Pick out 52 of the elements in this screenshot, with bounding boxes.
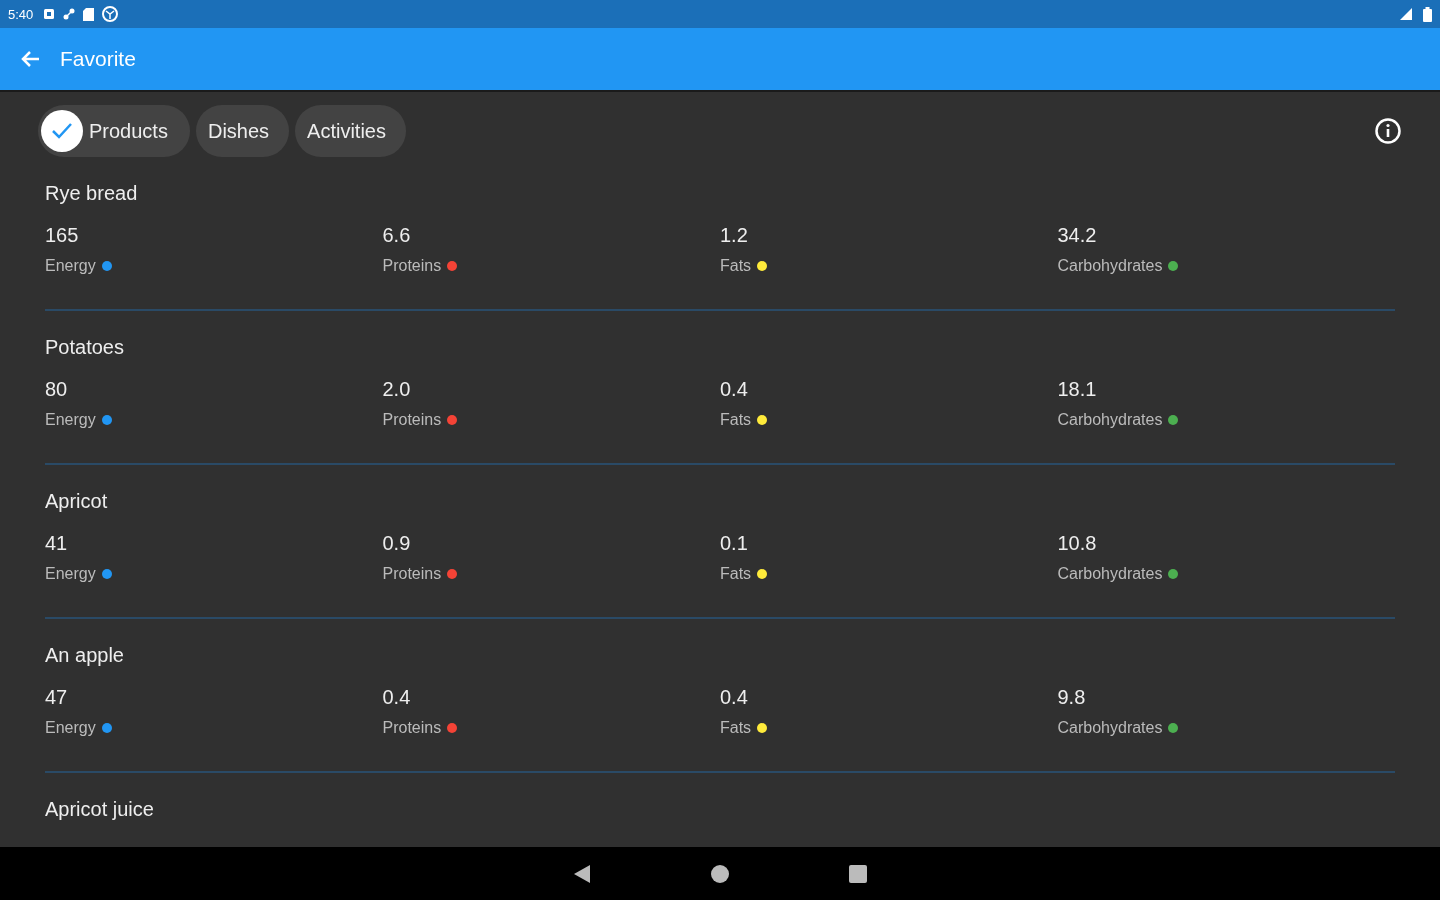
nutrient-value: 47 <box>45 686 69 709</box>
nutrient-value: 34.2 <box>1057 224 1098 247</box>
nutrient-label: Proteins <box>382 719 442 737</box>
nutrient-label: Carbohydrates <box>1057 257 1163 275</box>
notification-icon <box>43 8 56 20</box>
sd-card-icon <box>83 7 95 21</box>
nutrient-label: Proteins <box>382 411 442 429</box>
nutrient-value: 18.1 <box>1057 378 1098 401</box>
nutrient-label: Fats <box>720 257 752 275</box>
nutrient-label: Energy <box>45 257 96 275</box>
check-icon <box>50 121 74 141</box>
product-name: Rye bread <box>45 182 138 204</box>
nutrient-value: 10.8 <box>1057 532 1098 555</box>
nutrient-label: Energy <box>45 565 96 583</box>
back-arrow-icon[interactable] <box>20 50 40 68</box>
status-time: 5:40 <box>8 6 34 22</box>
back-icon[interactable] <box>573 863 591 884</box>
nutrient-value: 9.8 <box>1057 686 1087 709</box>
nutrient-value: 0.4 <box>720 378 749 401</box>
product-name: Potatoes <box>45 336 124 358</box>
nutrient-label: Energy <box>45 411 96 429</box>
filter-chip[interactable]: Activities <box>295 105 406 157</box>
nutrient-label: Fats <box>720 565 752 583</box>
nutrient-value: 1.2 <box>720 224 749 247</box>
product-name: Apricot juice <box>45 798 154 820</box>
recents-icon[interactable] <box>849 864 867 883</box>
nutrient-label: Carbohydrates <box>1057 565 1163 583</box>
nutrient-value: 41 <box>45 532 69 555</box>
nutrient-value: 2.0 <box>382 378 412 401</box>
product-name: An apple <box>45 644 124 666</box>
signal-icon <box>1399 7 1413 21</box>
screen-title: Favorite <box>60 47 136 71</box>
battery-icon <box>1423 6 1432 22</box>
nutrient-value: 6.6 <box>382 224 412 247</box>
nutrient-value: 0.1 <box>720 532 749 555</box>
filter-chip[interactable]: Dishes <box>195 105 290 157</box>
nutrient-label: Energy <box>45 719 96 737</box>
nutrient-value: 0.4 <box>720 686 749 709</box>
info-button[interactable] <box>1374 117 1402 145</box>
nutrient-label: Proteins <box>382 565 442 583</box>
product-name: Apricot <box>45 490 108 512</box>
nutrient-label: Proteins <box>382 257 442 275</box>
home-icon[interactable] <box>711 864 729 883</box>
nutrient-label: Carbohydrates <box>1057 719 1163 737</box>
nutrient-value: 165 <box>45 224 80 247</box>
nutrient-label: Carbohydrates <box>1057 411 1163 429</box>
nutrient-value: 0.4 <box>382 686 412 709</box>
nutrient-label: Fats <box>720 411 752 429</box>
nutrient-value: 0.9 <box>382 532 412 555</box>
nutrient-label: Fats <box>720 719 752 737</box>
nutrient-value: 80 <box>45 378 69 401</box>
filter-chip[interactable]: Products <box>38 105 190 157</box>
